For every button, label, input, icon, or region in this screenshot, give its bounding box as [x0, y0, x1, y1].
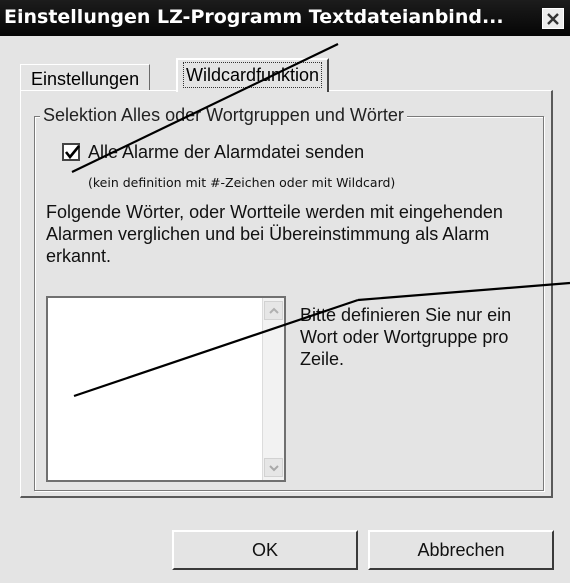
close-button[interactable] — [542, 8, 564, 29]
groupbox-legend: Selektion Alles oder Wortgruppen und Wör… — [40, 103, 407, 127]
close-icon — [546, 12, 560, 26]
hint-text: Bitte definieren Sie nur ein Wort oder W… — [300, 305, 512, 369]
settings-dialog: Einstellungen LZ-Programm Textdateianbin… — [0, 0, 570, 583]
title-bar[interactable]: Einstellungen LZ-Programm Textdateianbin… — [0, 0, 570, 36]
send-all-alarms-checkbox[interactable] — [62, 143, 80, 161]
checkbox-note: (kein definition mit #-Zeichen oder mit … — [88, 175, 396, 190]
tab-wildcardfunktion[interactable]: Wildcardfunktion — [176, 58, 330, 92]
words-listbox[interactable] — [46, 296, 286, 482]
tab-wildcardfunktion-label: Wildcardfunktion — [182, 62, 323, 88]
window-title: Einstellungen LZ-Programm Textdateianbin… — [4, 6, 504, 28]
listbox-scrollbar[interactable] — [262, 298, 284, 480]
chevron-down-icon — [268, 459, 279, 477]
ok-button[interactable]: OK — [172, 530, 358, 570]
scroll-down-button[interactable] — [264, 458, 283, 477]
send-all-alarms-label[interactable]: Alle Alarme der Alarmdatei senden — [88, 140, 364, 164]
chevron-up-icon — [268, 302, 279, 320]
description-text: Folgende Wörter, oder Wortteile werden m… — [46, 202, 503, 266]
tab-einstellungen[interactable]: Einstellungen — [20, 64, 151, 90]
scroll-up-button[interactable] — [264, 301, 283, 320]
cancel-button[interactable]: Abbrechen — [368, 530, 554, 570]
